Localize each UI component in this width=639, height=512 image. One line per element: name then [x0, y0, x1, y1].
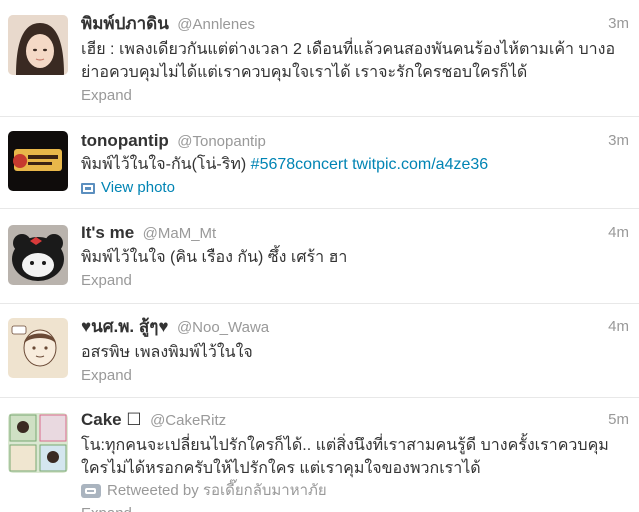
tweet[interactable]: tonopantip @Tonopantip 3m พิมพ์ไว้ในใจ-ก… — [0, 117, 639, 209]
tweet-text: อสรพิษ เพลงพิมพ์ไว้ในใจ — [81, 344, 253, 361]
expand-link[interactable]: Expand — [81, 503, 629, 512]
fullname[interactable]: Cake ☐ — [81, 410, 142, 429]
tweet-header: ♥นศ.พ. สู้ๆ♥ @Noo_Wawa 4m — [81, 316, 629, 338]
avatar-image — [8, 318, 68, 378]
tweet-header: It's me @MaM_Mt 4m — [81, 222, 629, 244]
avatar[interactable] — [8, 131, 68, 191]
timestamp[interactable]: 4m — [608, 222, 629, 244]
tweet-text: โน:ทุกคนจะเปลี่ยนไปรักใครก็ได้.. แต่สิ่ง… — [81, 437, 609, 477]
expand-link[interactable]: Expand — [81, 365, 629, 387]
view-photo-label: View photo — [101, 179, 175, 196]
expand-link[interactable]: Expand — [81, 270, 629, 292]
tweet[interactable]: พิมพ์ปภาดิน @Annlenes 3m เฮีย : เพลงเดีย… — [0, 0, 639, 117]
username[interactable]: @MaM_Mt — [143, 225, 217, 242]
photo-icon — [81, 182, 95, 194]
tweet-text: พิมพ์ไว้ในใจ (คิน เรือง กัน) ซึ้ง เศร้า … — [81, 249, 348, 266]
avatar-image — [8, 413, 68, 473]
tweet-text: เฮีย : เพลงเดียวกันแต่ต่างเวลา 2 เดือนที… — [81, 41, 616, 81]
avatar-image — [8, 15, 68, 75]
expand-link[interactable]: Expand — [81, 85, 629, 107]
tweet-header: พิมพ์ปภาดิน @Annlenes 3m — [81, 13, 629, 35]
tweet[interactable]: ♥นศ.พ. สู้ๆ♥ @Noo_Wawa 4m อสรพิษ เพลงพิม… — [0, 304, 639, 398]
timestamp[interactable]: 5m — [608, 409, 629, 431]
avatar[interactable] — [8, 15, 68, 75]
tweet[interactable]: It's me @MaM_Mt 4m พิมพ์ไว้ในใจ (คิน เรื… — [0, 209, 639, 304]
timestamp[interactable]: 3m — [608, 130, 629, 152]
tweet-header: tonopantip @Tonopantip 3m — [81, 130, 629, 152]
retweet-icon — [81, 484, 101, 498]
tweet[interactable]: Cake ☐ @CakeRitz 5m โน:ทุกคนจะเปลี่ยนไปร… — [0, 398, 639, 512]
fullname[interactable]: tonopantip — [81, 131, 169, 150]
timestamp[interactable]: 3m — [608, 13, 629, 35]
username[interactable]: @Annlenes — [177, 16, 255, 33]
avatar[interactable] — [8, 413, 68, 473]
fullname[interactable]: ♥นศ.พ. สู้ๆ♥ — [81, 317, 168, 336]
tweet-text: พิมพ์ไว้ในใจ-กัน(โน่-ริท) #5678concert t… — [81, 153, 629, 176]
tweet-timeline: พิมพ์ปภาดิน @Annlenes 3m เฮีย : เพลงเดีย… — [0, 0, 639, 512]
avatar[interactable] — [8, 225, 68, 285]
fullname[interactable]: พิมพ์ปภาดิน — [81, 14, 169, 33]
avatar-image — [8, 225, 68, 285]
fullname[interactable]: It's me — [81, 223, 134, 242]
avatar-image — [8, 131, 68, 191]
url-link[interactable]: twitpic.com/a4ze36 — [352, 156, 488, 173]
retweeted-by-label: Retweeted by รอเดี๊ยกลับมาหาภัย — [107, 482, 327, 499]
username[interactable]: @Tonopantip — [177, 133, 266, 150]
hashtag-link[interactable]: #5678concert — [251, 156, 348, 173]
view-photo-link[interactable]: View photo — [81, 177, 629, 199]
retweeted-by[interactable]: Retweeted by รอเดี๊ยกลับมาหาภัย — [81, 480, 629, 502]
tweet-text-plain: พิมพ์ไว้ในใจ-กัน(โน่-ริท) — [81, 156, 251, 173]
avatar[interactable] — [8, 318, 68, 378]
username[interactable]: @CakeRitz — [150, 412, 226, 429]
username[interactable]: @Noo_Wawa — [177, 319, 269, 336]
timestamp[interactable]: 4m — [608, 316, 629, 338]
tweet-header: Cake ☐ @CakeRitz 5m — [81, 409, 629, 431]
